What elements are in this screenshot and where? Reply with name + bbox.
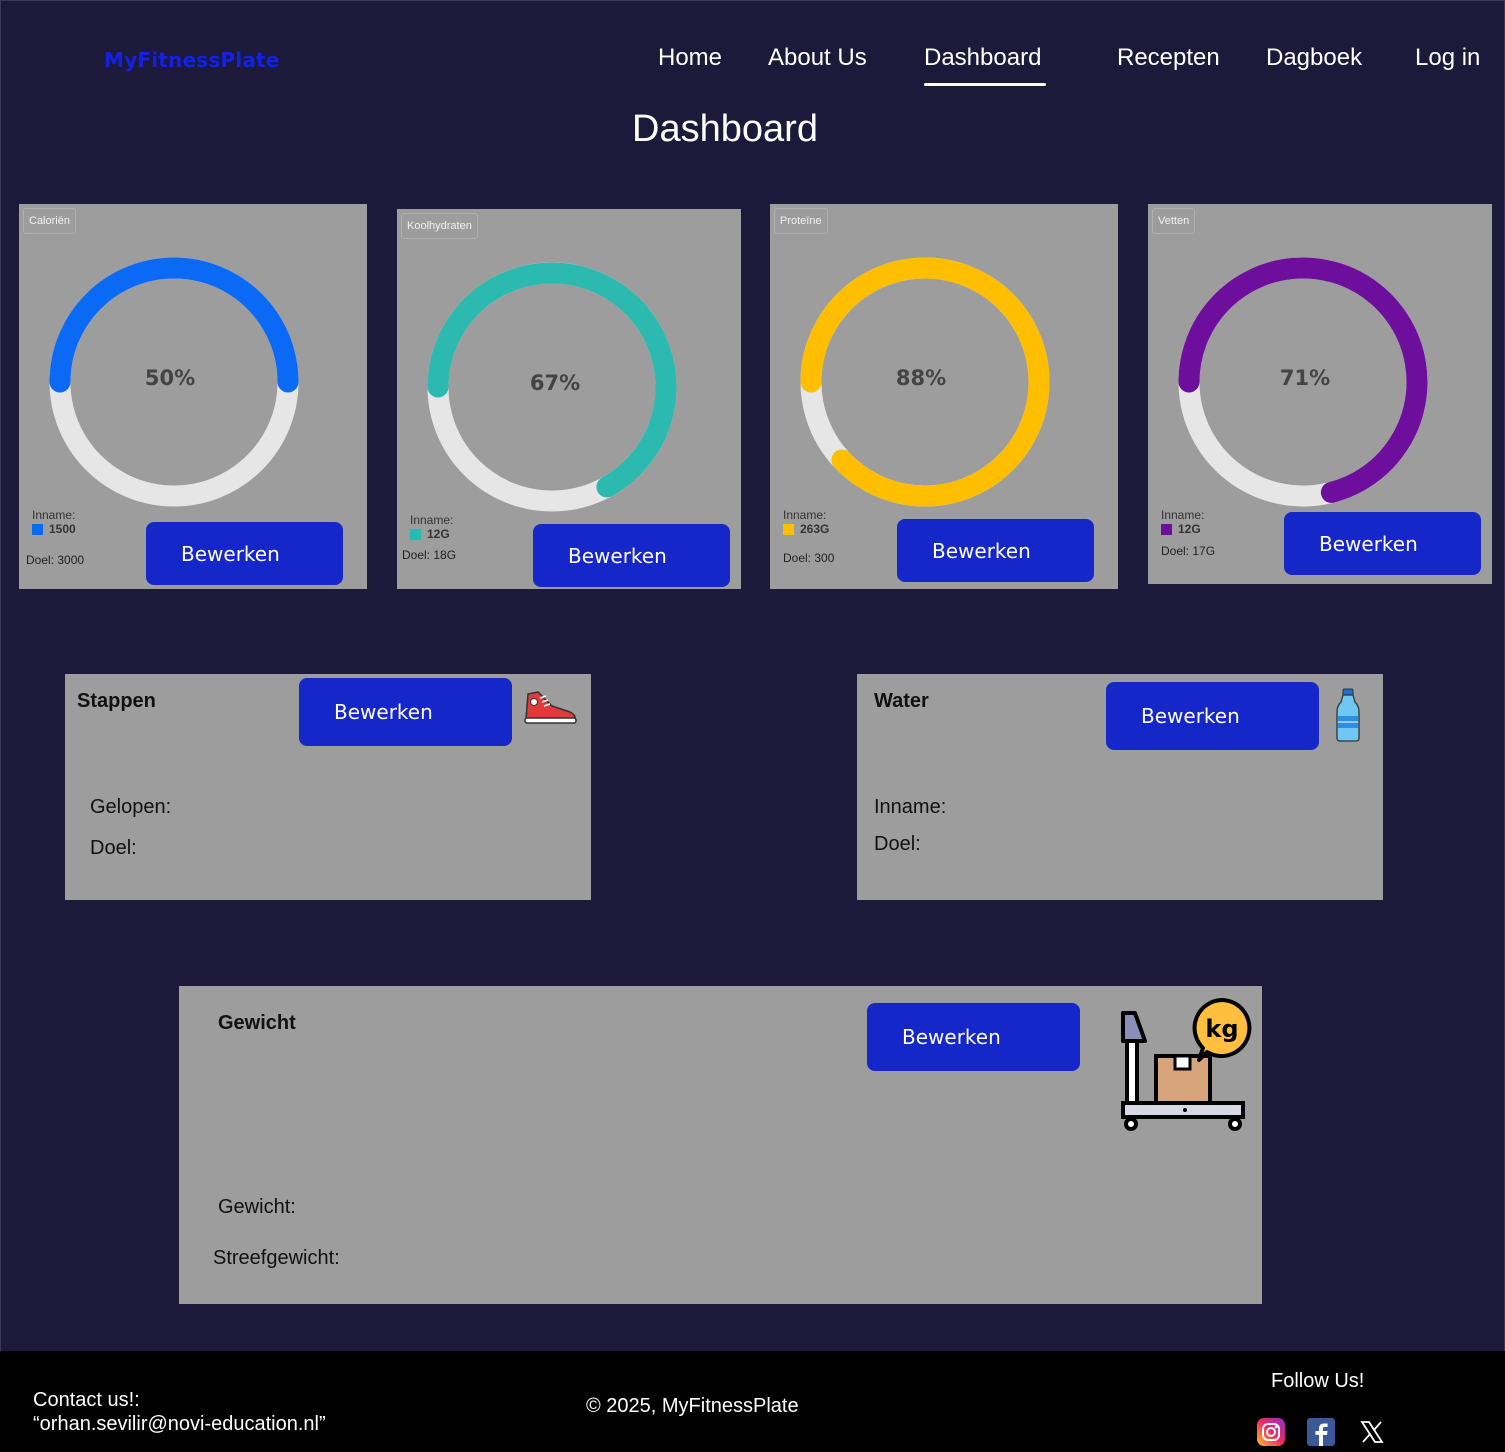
page-title: Dashboard xyxy=(632,108,818,150)
card-label-chip: Vetten xyxy=(1152,208,1196,234)
follow-us-label: Follow Us! xyxy=(1271,1370,1365,1392)
goal-text: Doel: 17G xyxy=(1161,544,1216,558)
macro-card-protein: Proteïne 88% Inname: 263G Doel: 300 Bewe… xyxy=(770,204,1118,589)
edit-carbs-button[interactable]: Bewerken xyxy=(533,524,730,587)
intake-value: 12G xyxy=(427,527,450,541)
facebook-icon[interactable] xyxy=(1307,1418,1335,1446)
goal-text: Doel: 18G xyxy=(402,548,457,562)
goal-text: Doel: 300 xyxy=(783,551,835,565)
legend-title: Inname: xyxy=(783,508,827,522)
contact-label: Contact us!: xyxy=(33,1389,140,1411)
macro-card-fats: Vetten 71% Inname: 12G Doel: 17G Bewerke… xyxy=(1148,204,1492,584)
nav-recepten[interactable]: Recepten xyxy=(1117,44,1220,72)
contact-email[interactable]: “orhan.sevilir@novi-education.nl” xyxy=(33,1413,326,1436)
legend-intake: 263G xyxy=(783,522,829,536)
instagram-icon[interactable] xyxy=(1257,1418,1285,1446)
edit-protein-button[interactable]: Bewerken xyxy=(897,519,1094,582)
legend-intake: 12G xyxy=(410,527,450,541)
weight-title: Gewicht xyxy=(218,1012,296,1034)
goal-text: Doel: 3000 xyxy=(26,553,85,567)
copyright: © 2025, MyFitnessPlate xyxy=(586,1395,799,1417)
edit-weight-button[interactable]: Bewerken xyxy=(867,1003,1080,1071)
legend-title: Inname: xyxy=(410,513,454,527)
card-label-chip: Proteïne xyxy=(774,208,828,234)
water-panel: Water Bewerken Inname: Doel: xyxy=(857,674,1383,900)
macro-card-carbs: Koolhydraten 67% Inname: 12G Doel: 18G B… xyxy=(397,209,741,589)
legend-swatch xyxy=(783,523,794,535)
legend-intake: 1500 xyxy=(32,522,76,536)
edit-steps-button[interactable]: Bewerken xyxy=(299,678,512,746)
intake-value: 1500 xyxy=(49,522,76,536)
nav-active-indicator xyxy=(924,83,1046,86)
weight-target-label: Streefgewicht: xyxy=(213,1247,340,1269)
brand-logo[interactable]: MyFitnessPlate xyxy=(104,48,280,72)
steps-title: Stappen xyxy=(77,690,156,712)
card-label-chip: Koolhydraten xyxy=(401,213,478,239)
edit-water-button[interactable]: Bewerken xyxy=(1106,682,1319,750)
edit-fats-button[interactable]: Bewerken xyxy=(1284,512,1481,575)
nav-log-in[interactable]: Log in xyxy=(1415,44,1480,72)
macro-card-calories: Caloriën 50% Inname: 1500 Doel: 3000 Bew… xyxy=(19,204,367,589)
kg-label: kg xyxy=(1205,1015,1238,1043)
weighing-scale-icon: kg xyxy=(1121,998,1252,1131)
water-goal-label: Doel: xyxy=(874,833,921,855)
x-icon[interactable] xyxy=(1358,1418,1386,1446)
legend-swatch xyxy=(410,528,421,540)
legend-title: Inname: xyxy=(32,508,76,522)
water-intake-label: Inname: xyxy=(874,796,947,818)
weight-panel: Gewicht Bewerken kg Gewicht: Streefgewic… xyxy=(179,986,1262,1304)
progress-percent: 88% xyxy=(895,366,947,390)
water-title: Water xyxy=(874,690,929,712)
steps-goal-label: Doel: xyxy=(90,837,137,859)
card-label-chip: Caloriën xyxy=(23,208,76,234)
sneaker-icon xyxy=(524,691,577,724)
weight-current-label: Gewicht: xyxy=(218,1196,296,1218)
nav-dashboard[interactable]: Dashboard xyxy=(924,44,1041,72)
nav-home[interactable]: Home xyxy=(658,44,722,72)
legend-swatch xyxy=(1161,523,1172,535)
progress-percent: 67% xyxy=(529,371,581,395)
legend-intake: 12G xyxy=(1161,522,1201,536)
intake-value: 12G xyxy=(1178,522,1201,536)
intake-value: 263G xyxy=(800,522,830,536)
edit-calories-button[interactable]: Bewerken xyxy=(146,522,343,585)
water-bottle-icon xyxy=(1336,688,1360,742)
steps-panel: Stappen Bewerken Gelopen: Doel: xyxy=(65,674,591,900)
progress-percent: 71% xyxy=(1279,366,1331,390)
progress-percent: 50% xyxy=(144,366,196,390)
legend-title: Inname: xyxy=(1161,508,1205,522)
steps-walked-label: Gelopen: xyxy=(90,796,172,818)
nav-about-us[interactable]: About Us xyxy=(768,44,867,72)
nav-dagboek[interactable]: Dagboek xyxy=(1266,44,1362,72)
legend-swatch xyxy=(32,523,43,535)
